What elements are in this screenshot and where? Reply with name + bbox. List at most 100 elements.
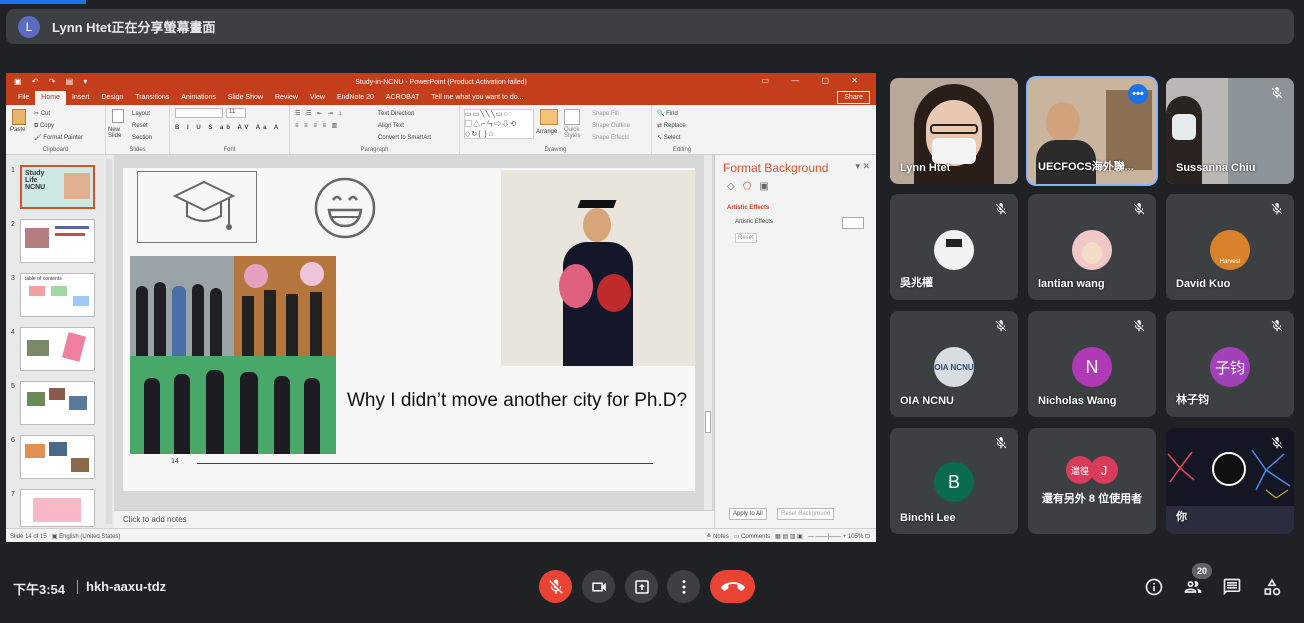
paste-icon[interactable] [12,109,26,125]
tab-file[interactable]: File [12,91,35,105]
tab-slide-show[interactable]: Slide Show [222,91,269,105]
participant-tile[interactable]: B Binchi Lee [890,428,1018,534]
participant-tile[interactable]: ••• UECFOCS海外聯... [1028,78,1156,184]
tab-animations[interactable]: Animations [175,91,222,105]
self-view-tile[interactable]: 你 [1166,428,1294,534]
mic-toggle-button[interactable] [539,570,572,603]
tab-review[interactable]: Review [269,91,304,105]
tab-design[interactable]: Design [95,91,129,105]
participant-tile[interactable]: 吳兆權 [890,194,1018,300]
participant-tile[interactable]: lantian wang [1028,194,1156,300]
video-face-shape [1046,102,1080,142]
shape-effects-button[interactable]: Shape Effects [592,132,630,144]
arrange-icon[interactable] [540,109,558,125]
reset-background-button[interactable]: Reset Background [777,508,835,520]
quick-styles-icon[interactable] [564,109,580,125]
zoom-level[interactable]: 105% [848,534,863,540]
shape-outline-button[interactable]: Shape Outline [592,120,630,132]
slide-thumbnail[interactable] [20,489,95,527]
group-photo-2[interactable] [234,256,336,356]
tab-insert[interactable]: Insert [66,91,96,105]
slide-thumbnail[interactable] [20,219,95,263]
person-figure [210,288,222,356]
present-now-button[interactable] [625,570,658,603]
new-slide-icon[interactable] [112,109,124,123]
canvas-scrollbar[interactable] [704,155,712,510]
tab-view[interactable]: View [304,91,331,105]
slide-editing-canvas[interactable]: Why I didn’t move another city for Ph.D?… [114,155,714,510]
apply-to-all-button[interactable]: Apply to All [729,508,767,520]
people-button[interactable] [1182,576,1204,598]
participant-tile[interactable]: OIA NCNU OIA NCNU [890,311,1018,417]
fit-slide-icon[interactable]: ⊡ [865,534,870,540]
participant-name: OIA NCNU [900,395,954,407]
close-icon[interactable]: ▾ ✕ [855,161,870,172]
shared-powerpoint-window[interactable]: ▣ ↶ ↷ ▤ ▾ Study-in-NCNU - PowerPoint (Pr… [6,73,876,542]
leave-call-button[interactable] [710,570,755,603]
convert-smartart-button[interactable]: Convert to SmartArt [378,132,431,144]
find-button[interactable]: Find [666,111,678,117]
tell-me-search[interactable]: Tell me what you want to do... [425,91,529,105]
tab-transitions[interactable]: Transitions [129,91,175,105]
language-text[interactable]: English (United States) [59,534,120,540]
new-slide-label[interactable]: New Slide [108,127,132,139]
participant-tile[interactable]: N Nicholas Wang [1028,311,1156,417]
quick-styles-label[interactable]: Quick Styles [564,127,590,139]
artistic-effects-dropdown[interactable] [842,217,864,229]
font-style-icons[interactable]: B I U S ab AV Aa A [175,122,284,134]
more-options-icon[interactable]: ••• [1128,84,1148,104]
slide-thumbnail[interactable]: Study Life NCNU [20,165,95,209]
section-button[interactable]: Section [132,132,152,144]
reset-button[interactable]: Reset [735,233,757,243]
reset-button[interactable]: Reset [132,120,152,132]
participant-tile[interactable]: Harvest David Kuo [1166,194,1294,300]
comments-toggle[interactable]: Comments [741,534,770,540]
layout-button[interactable]: Layout [132,108,152,120]
font-size-input[interactable]: 11 [226,108,246,118]
replace-button[interactable]: Replace [664,123,686,129]
camera-toggle-button[interactable] [582,570,615,603]
participant-tile[interactable]: 子钧 林子钧 [1166,311,1294,417]
select-button[interactable]: Select [664,135,681,141]
artistic-effects-section[interactable]: Artistic Effects [727,205,769,211]
quick-access-icons[interactable]: ▣ ↶ ↷ ▤ ▾ [14,77,91,86]
format-pane-tab-icons[interactable]: ◇⬠▣ [727,181,777,192]
notes-toggle[interactable]: Notes [713,534,729,540]
chat-button[interactable] [1221,576,1243,598]
canvas-scroll-thumb[interactable] [705,411,711,433]
shape-fill-button[interactable]: Shape Fill [592,108,630,120]
group-photo-1[interactable] [130,256,234,356]
slide-caption-text[interactable]: Why I didn’t move another city for Ph.D? [347,390,687,412]
arrange-label[interactable]: Arrange [536,129,557,135]
text-direction-button[interactable]: Text Direction [378,108,431,120]
meeting-details-button[interactable] [1143,576,1165,598]
participant-tile[interactable]: Sussanna Chiu [1166,78,1294,184]
tab-endnote[interactable]: EndNote 20 [331,91,380,105]
ppt-share-button[interactable]: Share [837,91,870,104]
slide-thumbnail[interactable] [20,435,95,479]
notes-field[interactable]: Click to add notes [114,510,714,528]
font-family-input[interactable] [175,108,223,118]
slide-thumbnail[interactable]: table of contents [20,273,95,317]
align-text-button[interactable]: Align Text [378,120,431,132]
overflow-participants-tile[interactable]: 邋徨 J 還有另外 8 位使用者 [1028,428,1156,534]
graduate-portrait-photo[interactable] [501,170,695,366]
zoom-slider[interactable]: — ——|—— + [808,534,846,540]
slide-thumbnail[interactable] [20,381,95,425]
paste-label[interactable]: Paste [10,127,25,133]
thumbnail-scrollbar[interactable] [106,159,112,524]
tab-acrobat[interactable]: ACROBAT [380,91,425,105]
current-slide[interactable]: Why I didn’t move another city for Ph.D?… [123,168,695,491]
cut-button[interactable]: ✂ Cut [34,108,83,120]
more-options-button[interactable] [667,570,700,603]
format-painter-button[interactable]: 🖌 Format Painter [34,132,83,144]
slide-thumbnail[interactable] [20,327,95,371]
activities-button[interactable] [1261,576,1283,598]
group-photo-3[interactable] [130,356,336,454]
copy-button[interactable]: ⧉ Copy [34,120,83,132]
participant-tile[interactable]: Lynn Htet [890,78,1018,184]
view-mode-icons[interactable]: ▦ ▤ ▥ ▣ [775,534,803,540]
window-controls-icon[interactable]: ▭ — ▢ ✕ [762,76,869,85]
tab-home[interactable]: Home [35,91,66,105]
shapes-gallery[interactable]: ▭▭╲╲╲▭○ ▢△⌐ㄣ⇨⇩⟲ ◇↻{ }☆ [464,109,534,139]
